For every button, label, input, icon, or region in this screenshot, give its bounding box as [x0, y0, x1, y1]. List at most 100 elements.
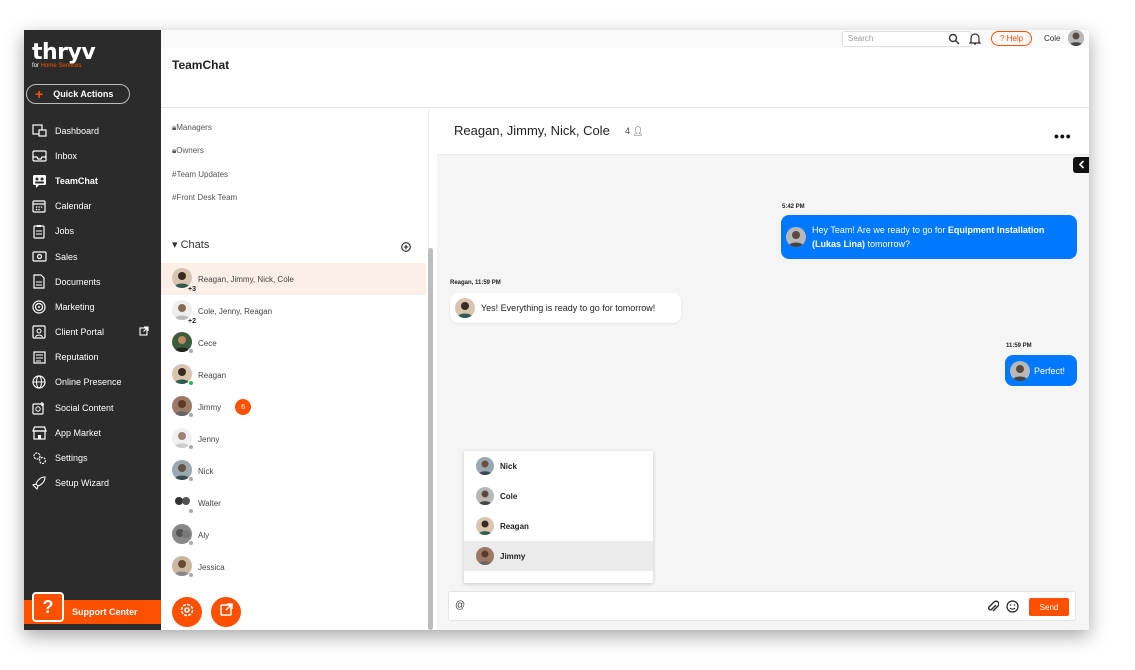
member-count[interactable]: 4 👤︎ — [625, 126, 644, 137]
support-center-button[interactable]: ? Support Center — [24, 592, 161, 624]
sidebar-item-inbox[interactable]: Inbox — [24, 143, 161, 168]
caret-down-icon: ▾ — [172, 239, 178, 251]
teamchat-icon — [30, 173, 48, 189]
dashboard-icon — [30, 123, 48, 139]
chat-item-aly[interactable]: Aly — [161, 519, 426, 551]
marketing-icon — [30, 299, 48, 315]
avatar — [172, 492, 194, 514]
avatar — [786, 227, 806, 247]
rocket-icon — [30, 475, 48, 491]
add-chat-icon[interactable] — [401, 239, 411, 252]
sidebar-item-setup-wizard[interactable]: Setup Wizard — [24, 471, 161, 496]
chat-item-jimmy[interactable]: Jimmy 6 — [161, 391, 426, 423]
chat-item-group-3[interactable]: +2 Cole, Jenny, Reagan — [161, 295, 426, 327]
sidebar-item-client-portal[interactable]: Client Portal — [24, 320, 161, 345]
chat-item-cece[interactable]: Cece — [161, 327, 426, 359]
sidebar-item-app-market[interactable]: App Market — [24, 420, 161, 445]
page-header: TeamChat — [161, 48, 1089, 108]
sidebar-item-teamchat[interactable]: TeamChat — [24, 168, 161, 193]
app-window: thryv for Home Services + Quick Actions … — [24, 30, 1089, 630]
documents-icon — [30, 274, 48, 290]
channel-team-updates[interactable]: #Team Updates — [172, 170, 228, 179]
sidebar-item-reputation[interactable]: Reputation — [24, 345, 161, 370]
avatar — [172, 332, 194, 354]
people-icon: 👤︎ — [632, 126, 644, 136]
mention-option-reagan[interactable]: Reagan — [464, 511, 653, 541]
social-icon — [30, 400, 48, 416]
avatar — [476, 457, 494, 475]
chat-item-group-4[interactable]: +3 Reagan, Jimmy, Nick, Cole — [161, 263, 426, 295]
chat-item-jessica[interactable]: Jessica — [161, 551, 426, 583]
emoji-icon[interactable] — [1006, 600, 1019, 618]
reputation-icon — [30, 349, 48, 365]
help-button[interactable]: ? Help — [991, 31, 1032, 46]
avatar — [172, 460, 194, 482]
quick-actions-button[interactable]: + Quick Actions — [26, 84, 130, 104]
message-composer: @ Send — [448, 591, 1076, 621]
sales-icon — [30, 249, 48, 265]
avatar — [172, 396, 194, 418]
sidebar-nav: Dashboard Inbox TeamChat Calendar Jobs S… — [24, 118, 161, 496]
chat-item-walter[interactable]: Walter — [161, 487, 426, 519]
avatar — [172, 428, 194, 450]
sidebar-item-marketing[interactable]: Marketing — [24, 294, 161, 319]
message-input[interactable]: @ — [455, 600, 465, 611]
message-text: Perfect! — [1034, 365, 1066, 376]
logo: thryv for Home Services — [32, 40, 96, 69]
jobs-icon — [30, 223, 48, 239]
chat-settings-button[interactable] — [172, 597, 202, 627]
channel-front-desk-team[interactable]: #Front Desk Team — [172, 193, 237, 202]
avatar — [1010, 360, 1030, 381]
message-outgoing: Perfect! — [1005, 355, 1077, 386]
external-link-icon — [219, 602, 234, 622]
chat-item-jenny[interactable]: Jenny — [161, 423, 426, 455]
chat-list-scrollbar[interactable] — [428, 248, 433, 630]
sidebar-item-calendar[interactable]: Calendar — [24, 194, 161, 219]
mention-suggestions: Nick Cole Reagan Jimmy — [464, 451, 653, 583]
message-timestamp: 11:59 PM — [1006, 343, 1032, 349]
chevron-left-icon — [1078, 156, 1085, 174]
chats-section-toggle[interactable]: ▾ Chats — [172, 238, 209, 251]
page-title: TeamChat — [172, 58, 230, 72]
gear-icon — [179, 602, 195, 623]
avatar — [476, 517, 494, 535]
message-timestamp: 5:42 PM — [782, 204, 805, 210]
chat-list-panel: 🔒︎Managers 🔒︎Owners #Team Updates #Front… — [161, 109, 429, 630]
message-timestamp: Reagan, 11:59 PM — [450, 280, 501, 286]
inbox-icon — [30, 148, 48, 164]
user-avatar[interactable] — [1068, 30, 1084, 46]
avatar — [172, 524, 194, 546]
logo-text: thryv — [32, 40, 96, 65]
message-outgoing: Hey Team! Are we ready to go for Equipme… — [781, 215, 1077, 259]
conversation-header: Reagan, Jimmy, Nick, Cole 4 👤︎ ••• — [437, 109, 1089, 155]
chat-item-nick[interactable]: Nick — [161, 455, 426, 487]
unread-badge: 6 — [235, 399, 252, 415]
avatar: +3 — [172, 268, 196, 293]
mention-option-jimmy[interactable]: Jimmy — [464, 541, 653, 571]
channel-managers[interactable]: 🔒︎Managers — [172, 123, 212, 133]
external-link-icon[interactable] — [139, 326, 149, 338]
message-incoming: Yes! Everything is ready to go for tomor… — [450, 293, 681, 323]
avatar — [172, 556, 194, 578]
more-options-icon[interactable]: ••• — [1054, 128, 1072, 144]
sidebar-item-documents[interactable]: Documents — [24, 269, 161, 294]
popout-chat-button[interactable] — [211, 597, 241, 627]
collapse-panel-button[interactable] — [1073, 157, 1089, 173]
sidebar-item-social-content[interactable]: Social Content — [24, 395, 161, 420]
plus-icon: + — [35, 86, 44, 102]
sidebar-item-dashboard[interactable]: Dashboard — [24, 118, 161, 143]
sidebar-item-settings[interactable]: Settings — [24, 445, 161, 470]
mention-option-nick[interactable]: Nick — [464, 451, 653, 481]
sidebar: thryv for Home Services + Quick Actions … — [24, 30, 161, 630]
user-name[interactable]: Cole — [1044, 34, 1060, 43]
conversation-panel: Reagan, Jimmy, Nick, Cole 4 👤︎ ••• 5:42 … — [437, 109, 1089, 630]
avatar — [476, 487, 494, 505]
chat-item-reagan[interactable]: Reagan — [161, 359, 426, 391]
sidebar-item-jobs[interactable]: Jobs — [24, 219, 161, 244]
paperclip-icon[interactable] — [987, 600, 1000, 618]
sidebar-item-online-presence[interactable]: Online Presence — [24, 370, 161, 395]
sidebar-item-sales[interactable]: Sales — [24, 244, 161, 269]
send-button[interactable]: Send — [1029, 598, 1069, 616]
mention-option-cole[interactable]: Cole — [464, 481, 653, 511]
channel-owners[interactable]: 🔒︎Owners — [172, 146, 204, 156]
